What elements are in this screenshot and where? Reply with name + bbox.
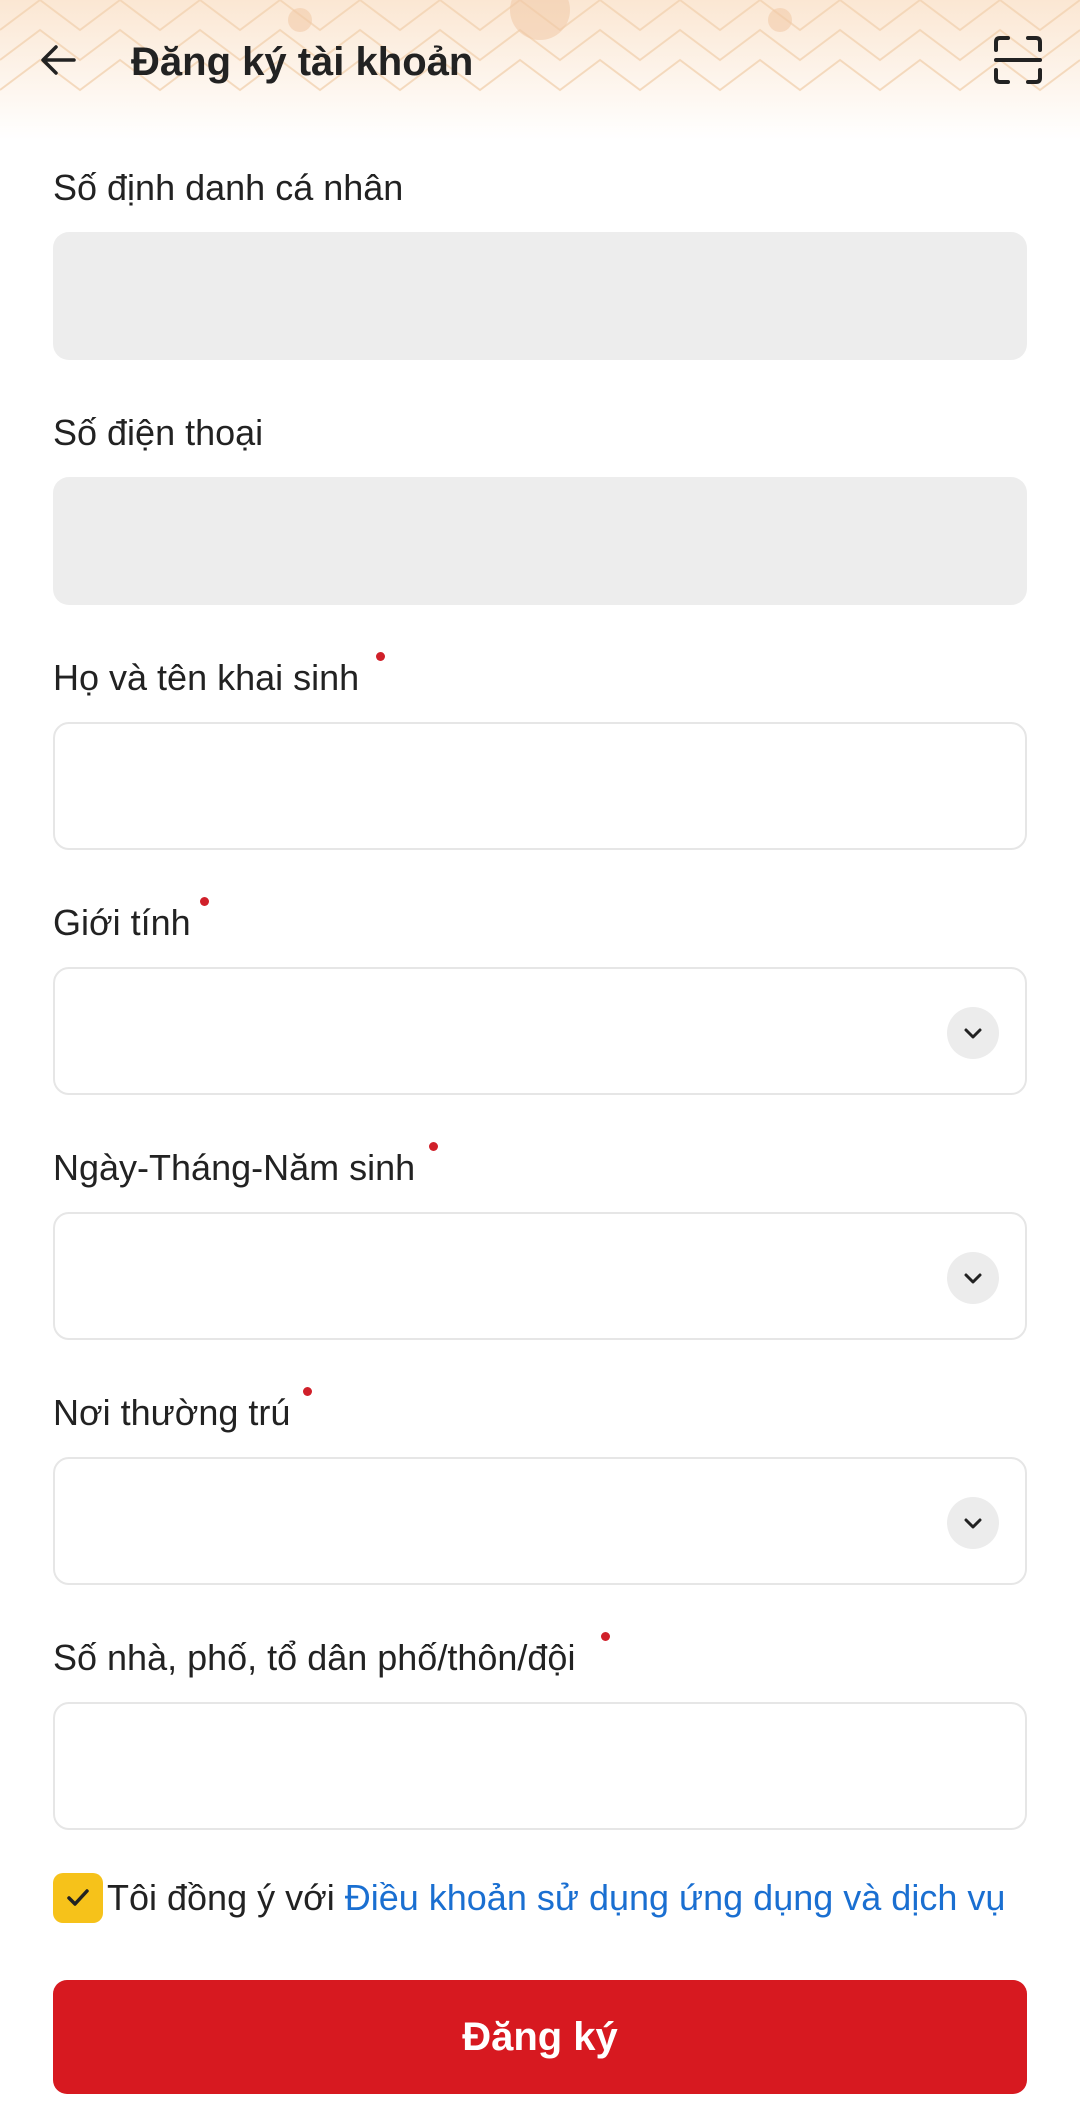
field-label-full-name: Họ và tên khai sinh (53, 657, 360, 698)
phone-field (53, 477, 1027, 605)
register-button[interactable]: Đăng ký (53, 1980, 1027, 2094)
full-name-input[interactable] (53, 722, 1027, 850)
chevron-down-icon[interactable] (947, 1497, 999, 1549)
required-indicator (303, 1387, 312, 1396)
agreement-row: Tôi đồng ý với Điều khoản sử dụng ứng dụ… (53, 1872, 1005, 1924)
required-indicator (601, 1632, 610, 1641)
app-header: Đăng ký tài khoản (0, 0, 1080, 140)
checkmark-icon (67, 1889, 89, 1906)
terms-link[interactable]: Điều khoản sử dụng ứng dụng và dịch vụ (345, 1877, 1006, 1919)
scan-button[interactable] (986, 30, 1050, 90)
agreement-text: Tôi đồng ý với (107, 1877, 335, 1918)
address-input[interactable] (53, 1702, 1027, 1830)
scan-frame-icon (994, 36, 1042, 84)
personal-id-field (53, 232, 1027, 360)
field-label-permanent-residence: Nơi thường trú (53, 1392, 291, 1433)
chevron-down-icon[interactable] (947, 1252, 999, 1304)
field-label-address: Số nhà, phố, tổ dân phố/thôn/đội (53, 1637, 576, 1678)
field-label-phone: Số điện thoại (53, 412, 264, 453)
field-label-date-of-birth: Ngày-Tháng-Năm sinh (53, 1147, 416, 1188)
arrow-left-icon (41, 45, 76, 75)
back-button[interactable] (28, 30, 88, 90)
required-indicator (376, 652, 385, 661)
permanent-residence-select[interactable] (53, 1457, 1027, 1585)
date-of-birth-select[interactable] (53, 1212, 1027, 1340)
page-title: Đăng ký tài khoản (131, 40, 474, 84)
required-indicator (200, 897, 209, 906)
agreement-checkbox[interactable] (53, 1873, 103, 1923)
field-label-personal-id: Số định danh cá nhân (53, 167, 404, 208)
chevron-down-icon[interactable] (947, 1007, 999, 1059)
required-indicator (429, 1142, 438, 1151)
gender-select[interactable] (53, 967, 1027, 1095)
field-label-gender: Giới tính (53, 902, 191, 943)
register-button-label: Đăng ký (462, 2014, 618, 2059)
